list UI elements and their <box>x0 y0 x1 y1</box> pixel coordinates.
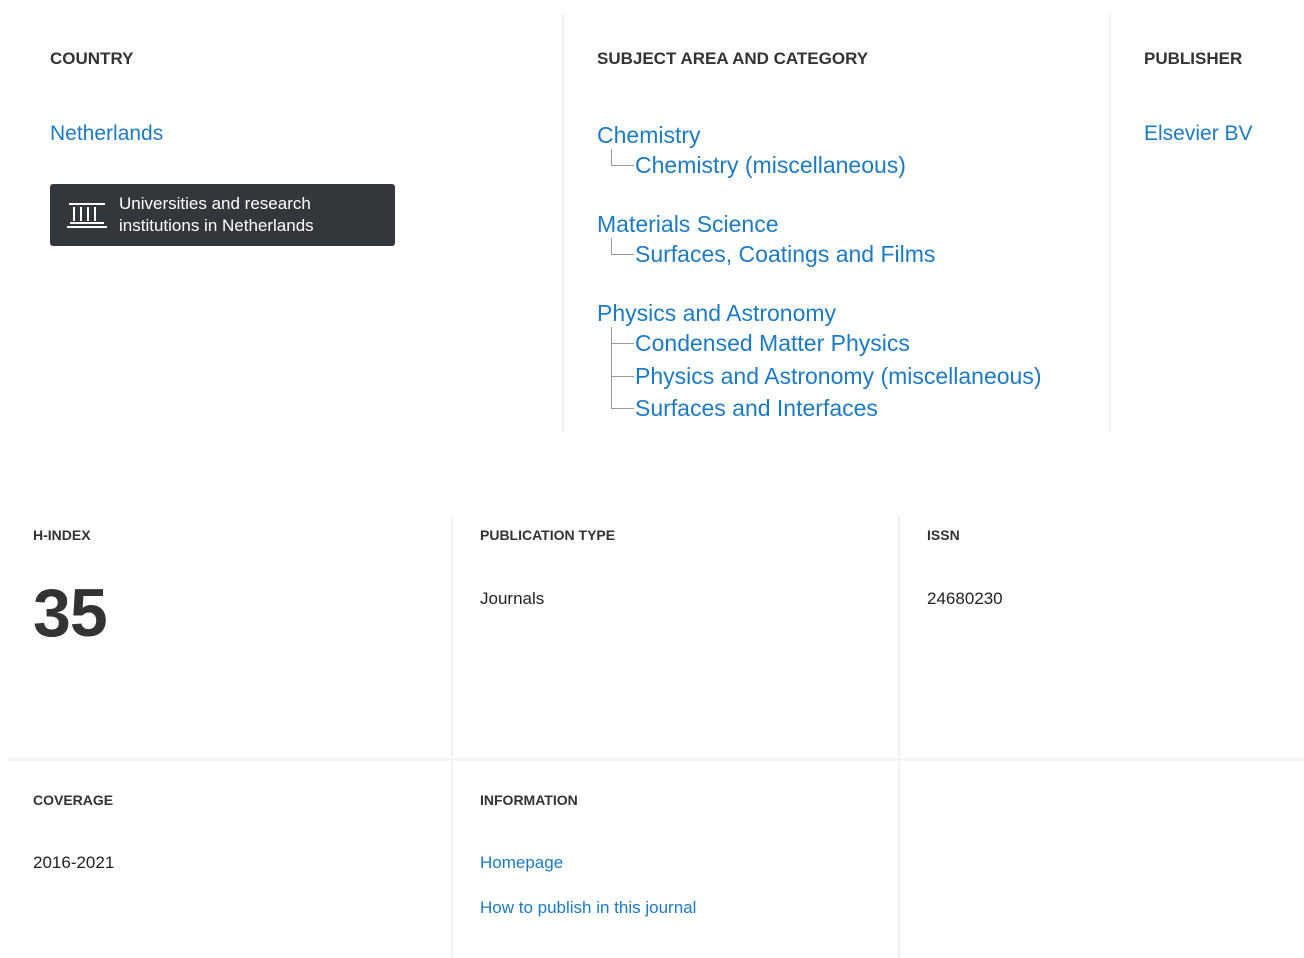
information-heading: INFORMATION <box>480 792 578 808</box>
publisher-heading: PUBLISHER <box>1144 49 1243 68</box>
how-to-publish-link[interactable]: How to publish in this journal <box>480 898 696 918</box>
institutions-button[interactable]: Universities and research institutions i… <box>50 184 395 246</box>
subject-category-link[interactable]: Chemistry (miscellaneous) <box>612 149 906 182</box>
tree-line <box>611 149 612 166</box>
grid-divider <box>8 758 1304 761</box>
tree-branch <box>612 375 634 377</box>
subject-area-heading: SUBJECT AREA AND CATEGORY <box>597 49 869 68</box>
subject-category-list: Condensed Matter Physics Physics and Ast… <box>597 327 1042 425</box>
h-index-heading: H-INDEX <box>33 527 91 543</box>
tree-branch <box>612 343 634 344</box>
institution-icon <box>67 203 107 228</box>
tree-line <box>611 238 612 255</box>
subject-category-link[interactable]: Surfaces, Coatings and Films <box>612 238 935 271</box>
homepage-link[interactable]: Homepage <box>480 853 563 873</box>
subject-group-materials-science: Materials Science Surfaces, Coatings and… <box>597 210 935 271</box>
subject-group-physics-astronomy: Physics and Astronomy Condensed Matter P… <box>597 299 1042 425</box>
publisher-link[interactable]: Elsevier BV <box>1144 122 1253 146</box>
publication-type-value: Journals <box>480 589 545 608</box>
grid-divider <box>451 516 453 958</box>
subject-area-link[interactable]: Materials Science <box>597 210 935 238</box>
column-divider <box>562 14 564 432</box>
country-heading: COUNTRY <box>50 49 134 68</box>
subject-category-list: Chemistry (miscellaneous) <box>597 149 906 182</box>
grid-divider <box>898 516 900 958</box>
coverage-heading: COVERAGE <box>33 792 114 808</box>
institutions-label: Universities and research institutions i… <box>119 194 314 235</box>
tree-line <box>611 327 612 409</box>
coverage-value: 2016-2021 <box>33 853 115 872</box>
h-index-value: 35 <box>33 575 108 651</box>
column-divider <box>1109 14 1111 432</box>
subject-category-link[interactable]: Physics and Astronomy (miscellaneous) <box>612 360 1042 393</box>
subject-category-list: Surfaces, Coatings and Films <box>597 238 935 271</box>
subject-category-link[interactable]: Condensed Matter Physics <box>612 327 1042 360</box>
subject-group-chemistry: Chemistry Chemistry (miscellaneous) <box>597 121 906 182</box>
tree-branch <box>612 254 634 255</box>
subject-category-link[interactable]: Surfaces and Interfaces <box>612 392 1042 425</box>
issn-heading: ISSN <box>927 527 960 543</box>
publication-type-heading: PUBLICATION TYPE <box>480 527 616 543</box>
tree-branch <box>612 165 634 166</box>
subject-area-link[interactable]: Physics and Astronomy <box>597 299 1042 327</box>
subject-area-link[interactable]: Chemistry <box>597 121 906 149</box>
country-link[interactable]: Netherlands <box>50 122 163 146</box>
issn-value: 24680230 <box>927 589 1003 608</box>
tree-branch <box>612 408 634 409</box>
journal-info-top: COUNTRY Netherlands Universities and res… <box>0 0 1304 432</box>
